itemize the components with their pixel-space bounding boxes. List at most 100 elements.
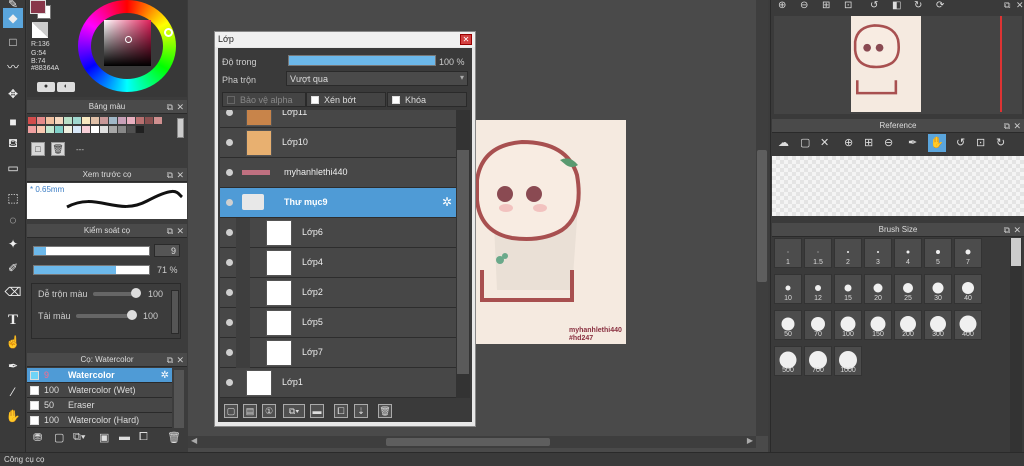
zoom-in-icon[interactable]: ⊕ (778, 0, 786, 11)
blend-slider-track[interactable] (93, 292, 135, 296)
reference-zoom-out-icon[interactable]: ⊖ (884, 136, 893, 149)
palette-popout-icon[interactable]: ⧉ (167, 100, 173, 114)
canvas-h-scroll-thumb[interactable] (386, 438, 550, 446)
layer-row[interactable]: myhanhlethi440 (220, 158, 456, 188)
new-1bit-layer-icon[interactable]: ① (262, 404, 276, 418)
palette-swatch[interactable] (46, 117, 54, 124)
hue-picker-ring[interactable] (164, 28, 173, 37)
palette-swatch[interactable] (73, 126, 81, 133)
eyedropper-icon[interactable]: ✒ (3, 356, 23, 376)
palette-swatch[interactable] (118, 117, 126, 124)
layer-row[interactable]: Lớp1 (220, 368, 456, 398)
brush-import-icon[interactable]: ⛃ (33, 431, 42, 444)
palette-delete-button[interactable]: 🗑 (51, 142, 65, 156)
layer-folder-row[interactable]: ✲ Thư mục9 (220, 188, 456, 218)
protect-alpha-checkbox[interactable]: Bảo vệ alpha (222, 92, 306, 107)
zoom-actual-icon[interactable]: ⊡ (844, 0, 852, 11)
foreground-color-swatch[interactable] (30, 0, 46, 14)
brush-list-item[interactable]: 100 Watercolor (Hard) (27, 413, 172, 428)
rotate-left-icon[interactable]: ↺ (870, 0, 878, 11)
reference-file-icon[interactable]: ▢ (800, 136, 810, 149)
reference-eyedropper-icon[interactable]: ✒ (908, 136, 917, 149)
brush-settings-icon[interactable]: ⧠ (139, 431, 148, 444)
lasso-tool-icon[interactable]: 〰 (3, 56, 23, 76)
brush-control-close-icon[interactable]: ✕ (176, 224, 184, 238)
palette-swatch[interactable] (64, 117, 72, 124)
reference-close-icon[interactable]: ✕ (1013, 119, 1021, 133)
brush-size-preset[interactable]: 300 (924, 310, 952, 340)
brush-size-preset[interactable]: 500 (774, 346, 802, 376)
palette-swatch[interactable] (145, 117, 153, 124)
new-halftone-layer-icon[interactable]: ▤ (243, 404, 257, 418)
brush-folder-icon[interactable]: ▬ (119, 431, 130, 443)
paint-slider-knob[interactable] (127, 310, 137, 320)
layer-blend-select[interactable]: Vượt qua ▾ (286, 71, 468, 86)
brush-size-preset[interactable]: 200 (894, 310, 922, 340)
palette-swatch[interactable] (109, 126, 117, 133)
brush-list-item[interactable]: 50 Eraser (27, 398, 172, 413)
brush-size-preset[interactable]: 2 (834, 238, 862, 268)
hand-tool-icon[interactable]: ✋ (3, 406, 23, 426)
transparent-swatch[interactable] (32, 22, 48, 38)
move-tool-icon[interactable]: ✥ (3, 84, 23, 104)
color-mode-button-2[interactable]: ◐ (57, 82, 75, 92)
brush-size-preset[interactable]: 3 (864, 238, 892, 268)
layer-list-scrollbar[interactable] (456, 110, 470, 398)
brush-size-preset[interactable]: 1 (774, 238, 802, 268)
reset-view-icon[interactable]: ⟳ (936, 0, 944, 11)
delete-layer-icon[interactable]: 🗑 (378, 404, 392, 418)
palette-swatch[interactable] (82, 126, 90, 133)
clip-checkbox[interactable]: Xén bớt (306, 92, 386, 107)
new-layer-icon[interactable]: ▢ (224, 404, 238, 418)
rotate-right-icon[interactable]: ↻ (914, 0, 922, 11)
layer-row[interactable]: Lớp7 (220, 338, 456, 368)
reference-rotate-left-icon[interactable]: ↺ (956, 136, 965, 149)
visibility-eye-icon[interactable] (226, 229, 233, 236)
palette-swatch[interactable] (118, 126, 126, 133)
brush-size-preset[interactable]: 15 (834, 274, 862, 304)
palette-swatch[interactable] (55, 126, 63, 133)
layer-window-close-button[interactable]: ✕ (460, 34, 472, 45)
brush-size-preset[interactable]: 25 (894, 274, 922, 304)
color-mode-button-1[interactable]: ● (37, 82, 55, 92)
select-lasso-icon[interactable]: ◌ (3, 210, 23, 230)
saturation-value-square[interactable] (104, 20, 151, 66)
flip-icon[interactable]: ◧ (892, 0, 901, 11)
select-eraser-icon[interactable]: ⌫ (3, 282, 23, 302)
navigator-close-icon[interactable]: ✕ (1016, 0, 1024, 11)
palette-swatch[interactable] (37, 117, 45, 124)
visibility-eye-icon[interactable] (226, 319, 233, 326)
palette-swatch[interactable] (136, 126, 144, 133)
brush-size-preset[interactable]: 50 (774, 310, 802, 340)
visibility-eye-icon[interactable] (226, 110, 233, 116)
zoom-fit-icon[interactable]: ⊞ (822, 0, 830, 11)
palette-swatch[interactable] (82, 117, 90, 124)
palette-scrollbar[interactable] (177, 118, 184, 138)
brush-size-bar[interactable] (33, 246, 150, 256)
palette-close-icon[interactable]: ✕ (176, 100, 184, 114)
brush-size-preset[interactable]: 20 (864, 274, 892, 304)
brush-size-preset[interactable]: 1.5 (804, 238, 832, 268)
brush-size-preset[interactable]: 700 (804, 346, 832, 376)
layer-row[interactable]: Lớp10 (220, 128, 456, 158)
brush-params-scrollbar[interactable] (171, 290, 179, 334)
brush-size-preset[interactable]: 400 (954, 310, 982, 340)
palette-swatch[interactable] (136, 117, 144, 124)
zoom-pen-icon[interactable]: ⁄ (3, 382, 23, 402)
eraser-tool-icon[interactable]: ◆ (3, 8, 23, 28)
operation-tool-icon[interactable]: ☝ (3, 332, 23, 352)
brush-size-preset[interactable]: 7 (954, 238, 982, 268)
layer-row[interactable]: Lớp6 (220, 218, 456, 248)
brush-size-preset[interactable]: 150 (864, 310, 892, 340)
brush-copy-icon[interactable]: ▣ (99, 431, 109, 444)
canvas-v-scrollbar[interactable] (756, 0, 768, 436)
reference-popout-icon[interactable]: ⧉ (1004, 119, 1010, 133)
fill-rect-tool-icon[interactable]: ■ (3, 112, 23, 132)
reference-view[interactable] (772, 156, 1024, 216)
layer-row[interactable]: Lớp11 (220, 110, 456, 128)
scroll-right-icon[interactable]: ▶ (747, 436, 753, 445)
reference-open-icon[interactable]: ☁ (778, 136, 789, 149)
text-tool-icon[interactable]: T (3, 310, 23, 330)
canvas-h-scrollbar[interactable]: ◀ ▶ (188, 436, 756, 448)
brush-size-preset[interactable]: 30 (924, 274, 952, 304)
